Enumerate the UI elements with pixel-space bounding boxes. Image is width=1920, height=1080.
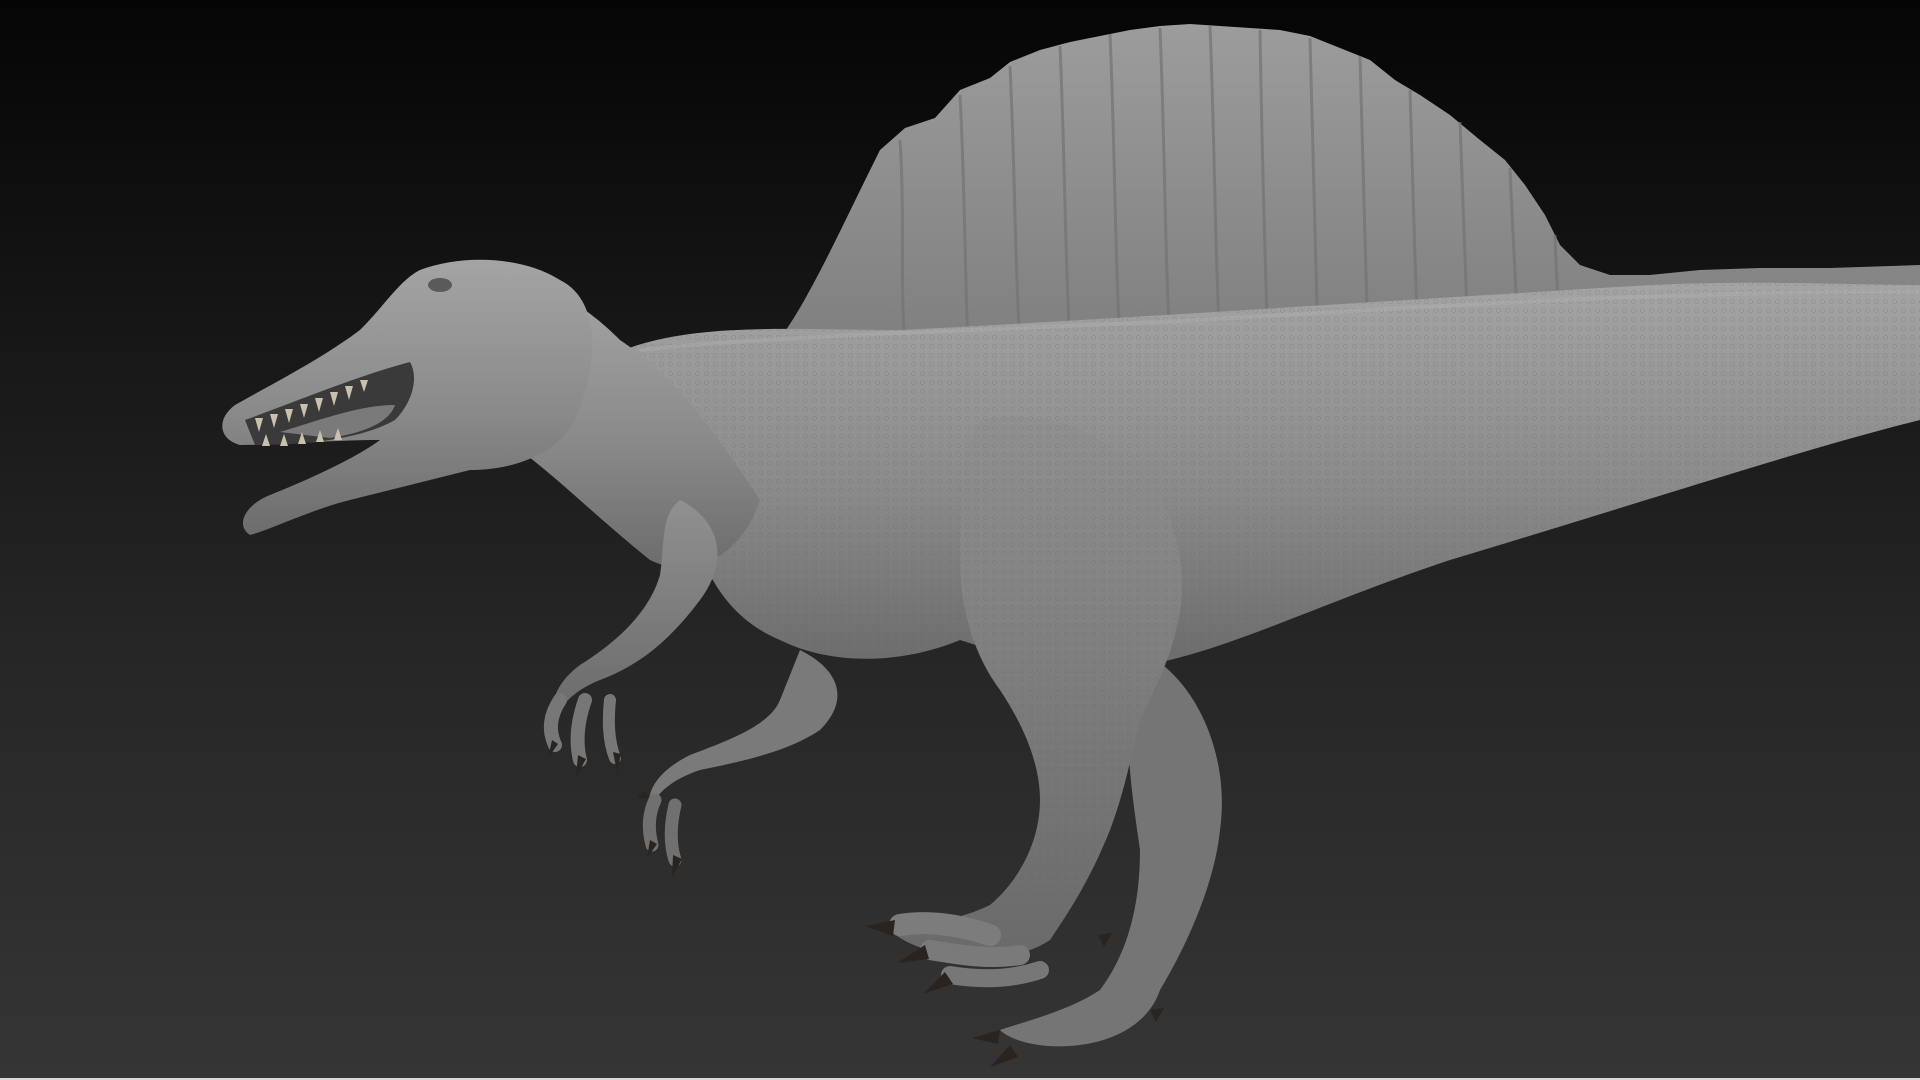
3d-viewport[interactable]: [0, 0, 1920, 1078]
body-texture: [600, 282, 1920, 667]
front-arm-far: [649, 650, 838, 810]
spinosaurus-model[interactable]: [0, 0, 1920, 1078]
front-claws-near: [543, 693, 621, 777]
front-claws-far: [637, 790, 682, 877]
eye: [428, 278, 452, 292]
